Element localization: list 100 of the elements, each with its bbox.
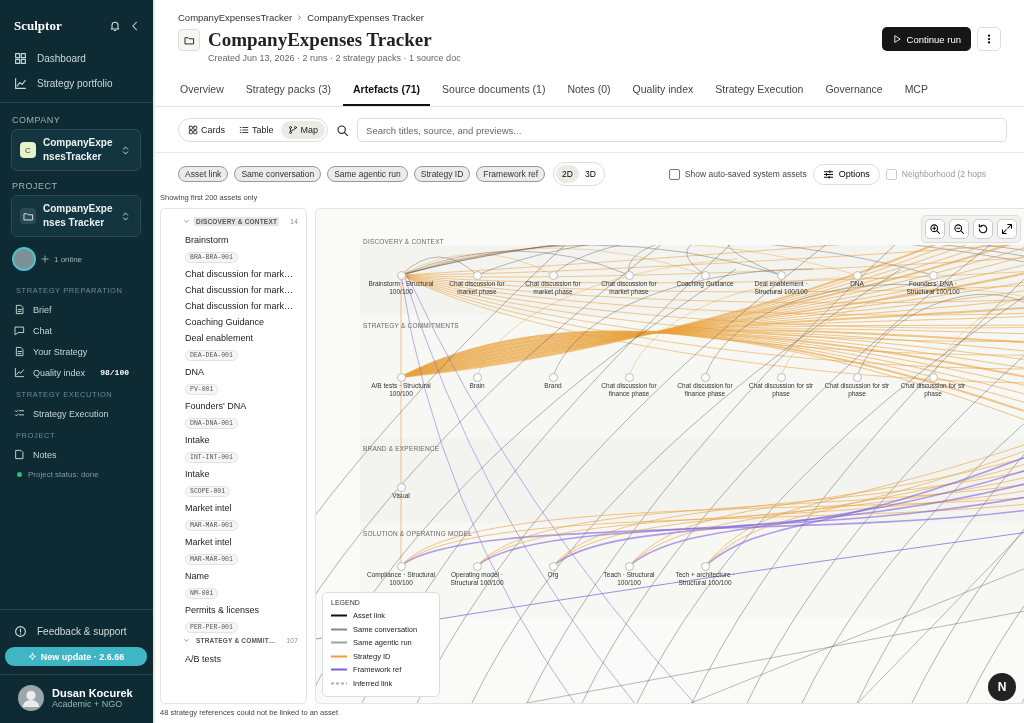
status-text: Project status: done <box>28 470 99 479</box>
sidebar-item[interactable]: Strategy portfolio <box>0 71 153 96</box>
asset-title[interactable]: Founders' DNA <box>185 401 306 411</box>
tab[interactable]: Quality index <box>622 75 704 106</box>
filter-chip[interactable]: Same conversation <box>234 166 322 182</box>
map-node[interactable] <box>701 373 710 382</box>
map-node[interactable] <box>701 562 710 571</box>
view-toggle[interactable]: Table <box>232 121 281 139</box>
project-selector[interactable]: CompanyExpenses Tracker <box>11 195 141 237</box>
sidebar-item[interactable]: Strategy Execution <box>0 403 153 424</box>
asset-title[interactable]: Market intel <box>185 537 306 547</box>
fullscreen-button[interactable] <box>997 219 1017 239</box>
asset-title[interactable]: Market intel <box>185 503 306 513</box>
sparkle-icon <box>27 652 37 661</box>
asset-title[interactable]: Chat discussion for mark… <box>185 285 306 295</box>
view-toggle[interactable]: Map <box>280 121 326 139</box>
online-count: 1 online <box>54 254 83 264</box>
tab[interactable]: Overview <box>170 75 234 106</box>
map-node[interactable] <box>929 373 938 382</box>
user-avatar <box>18 685 44 711</box>
asset-title[interactable]: Brainstorm <box>185 235 306 245</box>
grid-icon <box>14 52 27 65</box>
map-node[interactable] <box>397 483 406 492</box>
map-node[interactable] <box>853 271 862 280</box>
map-node[interactable] <box>625 373 634 382</box>
sidebar-item[interactable]: Brief <box>0 299 153 320</box>
map-node[interactable] <box>625 271 634 280</box>
asset-title[interactable]: Name <box>185 571 306 581</box>
checkbox[interactable] <box>668 168 680 180</box>
more-button[interactable] <box>977 27 1001 51</box>
asset-title[interactable]: Coaching Guidance <box>185 317 306 327</box>
zoom-in-button[interactable] <box>925 219 945 239</box>
filter-chip[interactable]: Framework ref <box>476 166 546 182</box>
feedback-link[interactable]: Feedback & support <box>0 616 153 647</box>
tab[interactable]: Artefacts (71) <box>342 75 431 106</box>
map-node[interactable] <box>625 562 634 571</box>
view-toggle[interactable]: Cards <box>181 121 232 139</box>
map-node[interactable] <box>777 373 786 382</box>
options-button[interactable]: Options <box>812 163 880 185</box>
dimension-toggle[interactable]: 2D <box>556 165 579 183</box>
map-node[interactable] <box>397 562 406 571</box>
sidebar-item[interactable]: Your Strategy <box>0 341 153 362</box>
map-node[interactable] <box>549 562 558 571</box>
breadcrumb-link[interactable]: CompanyExpenses Tracker <box>307 12 424 23</box>
tab[interactable]: Notes (0) <box>557 75 621 106</box>
app-logo: Sculptor <box>14 18 63 34</box>
sidebar-item[interactable]: Chat <box>0 320 153 341</box>
asset-title[interactable]: A/B tests <box>185 654 306 664</box>
quality-score: 98/100 <box>100 368 129 377</box>
map-node[interactable] <box>397 271 406 280</box>
zoom-out-button[interactable] <box>949 219 969 239</box>
asset-title[interactable]: Chat discussion for mark… <box>185 301 306 311</box>
section-label: COMPANY <box>11 114 62 127</box>
asset-title[interactable]: DNA <box>185 367 306 377</box>
tab[interactable]: Governance <box>815 75 893 106</box>
map-node[interactable] <box>473 562 482 571</box>
filter-chip[interactable]: Strategy ID <box>413 166 471 182</box>
search-field[interactable]: Search titles, source, and previews... <box>357 118 1007 142</box>
asset-title[interactable]: Intake <box>185 469 306 479</box>
sidebar-item[interactable]: Quality index 98/100 <box>0 362 153 383</box>
continue-run-button[interactable]: Continue run <box>881 27 971 51</box>
user-name: Dusan Kocurek <box>52 687 133 699</box>
filter-chip[interactable]: Same agentic run <box>327 166 408 182</box>
reset-button[interactable] <box>973 219 993 239</box>
plus-icon <box>40 254 50 264</box>
folder-icon <box>183 34 195 46</box>
caret-down-icon <box>183 637 190 644</box>
sidebar-item[interactable]: Notes <box>0 444 153 465</box>
page-subtitle: Created Jun 13, 2026 · 2 runs · 2 strategy packs · 1 source doc <box>208 53 462 63</box>
tab[interactable]: MCP <box>894 75 938 106</box>
dev-badge[interactable]: N <box>988 673 1016 701</box>
search-icon <box>336 123 350 137</box>
bell-icon[interactable] <box>109 20 121 32</box>
dimension-toggle[interactable]: 3D <box>578 165 602 183</box>
map-node[interactable] <box>853 373 862 382</box>
asset-title[interactable]: Permits & licenses <box>185 605 306 615</box>
sliders-icon <box>822 168 834 180</box>
company-selector[interactable]: C CompanyExpensesTracker <box>11 129 141 171</box>
map-node[interactable] <box>473 271 482 280</box>
map-node[interactable] <box>549 271 558 280</box>
user-role: Academic + NGO <box>52 699 124 709</box>
breadcrumb-link[interactable]: CompanyExpensesTracker <box>178 12 293 23</box>
map-node[interactable] <box>929 271 938 280</box>
map-node[interactable] <box>473 373 482 382</box>
play-icon <box>891 34 902 44</box>
tab[interactable]: Strategy Execution <box>705 75 814 106</box>
chart-icon <box>14 367 25 378</box>
tab[interactable]: Source documents (1) <box>432 75 556 106</box>
document-icon <box>14 304 25 315</box>
asset-title[interactable]: Intake <box>185 435 306 445</box>
map-node[interactable] <box>701 271 710 280</box>
map-node[interactable] <box>397 373 406 382</box>
asset-title[interactable]: Deal enablement <box>185 333 306 343</box>
asset-title[interactable]: Chat discussion for mark… <box>185 269 306 279</box>
map-node[interactable] <box>777 271 786 280</box>
filter-chip[interactable]: Asset link <box>178 166 229 182</box>
map-node[interactable] <box>549 373 558 382</box>
sidebar-item[interactable]: Dashboard <box>0 46 153 71</box>
user-avatar <box>12 247 36 271</box>
tab[interactable]: Strategy packs (3) <box>235 75 341 106</box>
